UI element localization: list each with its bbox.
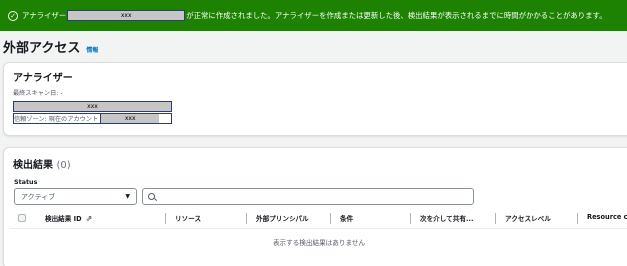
external-link-icon: ⇗ (85, 213, 93, 223)
flash-message: が正常に作成されました。アナライザーを作成または更新した後、検出結果が表示される… (186, 11, 607, 20)
column-resource[interactable]: リソース (175, 213, 201, 223)
column-divider[interactable] (410, 213, 411, 224)
column-divider[interactable] (495, 213, 496, 224)
search-box[interactable] (142, 188, 474, 205)
findings-heading: 検出結果 (0) (13, 156, 71, 171)
findings-panel: 検出結果 (0) Status アクティブ ▼ 検出結果 ID ⇗ リソース 外… (3, 147, 627, 266)
column-divider[interactable] (330, 213, 331, 224)
column-divider[interactable] (577, 213, 578, 224)
trust-zone-row: 信頼ゾーン: 現在のアカウント xxx (13, 113, 172, 124)
redacted-analyzer-name: xxx (67, 10, 186, 21)
info-link[interactable]: 情報 (86, 45, 98, 54)
trust-zone-label: 信頼ゾーン: 現在のアカウント (14, 116, 99, 123)
success-flash-banner: ✓ アナライザー xxx が正常に作成されました。アナライザーを作成または更新し… (0, 0, 627, 31)
status-filter-label: Status (14, 178, 38, 186)
search-icon (148, 193, 155, 200)
search-input[interactable] (159, 190, 459, 203)
status-select[interactable]: アクティブ ▼ (14, 188, 137, 205)
table-header: 検出結果 ID ⇗ リソース 外部プリンシパル 条件 次を介して共有... アク… (10, 210, 627, 226)
findings-title: 検出結果 (13, 160, 53, 171)
column-resource-control[interactable]: Resource con (587, 213, 627, 221)
analyzer-heading: アナライザー (13, 73, 73, 84)
table-divider (10, 228, 627, 229)
analyzer-panel: アナライザー 最終スキャン日: - xxx 信頼ゾーン: 現在のアカウント xx… (3, 62, 627, 136)
column-condition[interactable]: 条件 (340, 213, 353, 223)
column-divider[interactable] (246, 213, 247, 224)
column-finding-id[interactable]: 検出結果 ID ⇗ (45, 213, 93, 224)
column-shared-through[interactable]: 次を介して共有... (420, 213, 473, 223)
column-divider[interactable] (165, 213, 166, 224)
empty-table-message: 表示する検出結果はありません (272, 239, 366, 247)
check-circle-icon: ✓ (8, 10, 18, 21)
status-select-value: アクティブ (21, 192, 56, 201)
redacted-analyzer-name: xxx (13, 101, 172, 112)
findings-count: (0) (56, 160, 71, 171)
column-access-level[interactable]: アクセスレベル (505, 213, 551, 223)
select-all-checkbox[interactable] (18, 214, 26, 222)
caret-down-icon: ▼ (125, 193, 130, 200)
column-external-principal[interactable]: 外部プリンシパル (256, 213, 309, 223)
redacted-account: xxx (100, 114, 160, 123)
last-scan-label: 最終スキャン日: - (13, 90, 63, 97)
flash-prefix: アナライザー (22, 11, 67, 20)
page-title: 外部アクセス (3, 41, 81, 56)
page-title-row: 外部アクセス 情報 (3, 37, 98, 56)
